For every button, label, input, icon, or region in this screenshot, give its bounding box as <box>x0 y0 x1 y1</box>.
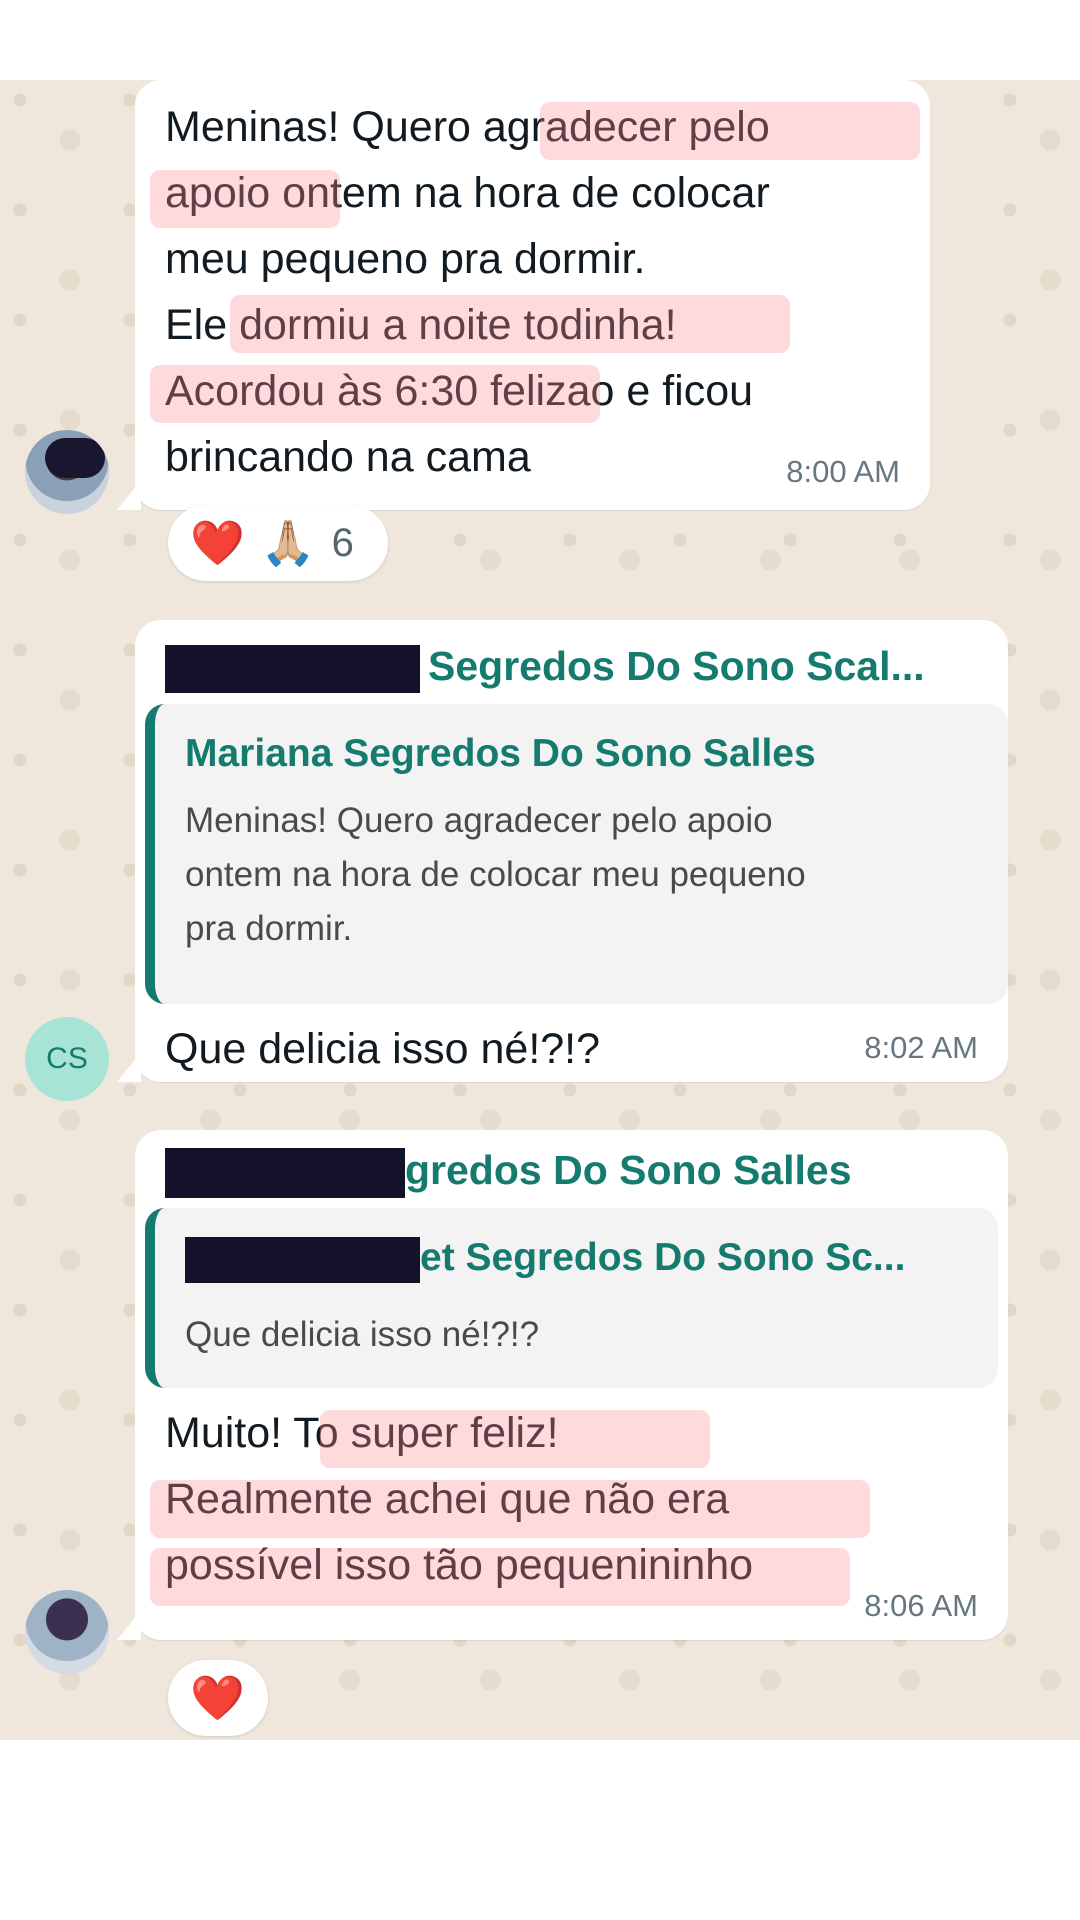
message-timestamp: 8:06 AM <box>864 1588 978 1623</box>
highlight-mark <box>150 170 340 228</box>
highlight-mark <box>150 365 600 423</box>
quoted-text: Meninas! Quero agradecer pelo apoio onte… <box>185 794 806 956</box>
reaction-count: 6 <box>331 520 354 565</box>
sender-redaction <box>165 1148 405 1199</box>
sender-name[interactable]: gredos Do Sono Salles <box>165 1140 975 1200</box>
reactions-pill[interactable]: ❤️ <box>168 1660 268 1736</box>
quoted-message[interactable]: et Segredos Do Sono Sc... Que delicia is… <box>145 1208 998 1388</box>
reactions-pill[interactable]: ❤️ 🙏🏼 6 <box>168 505 388 581</box>
quoted-line: ontem na hora de colocar meu pequeno <box>185 855 806 894</box>
sender-redaction <box>165 645 420 694</box>
message-text: Que delicia isso né!?!? <box>165 1025 601 1073</box>
avatar[interactable] <box>25 430 109 514</box>
avatar-redaction <box>45 438 105 478</box>
message-timestamp: 8:00 AM <box>786 454 900 489</box>
quoted-sender: Mariana Segredos Do Sono Salles <box>185 732 816 775</box>
highlight-mark <box>150 1480 870 1538</box>
message-line: meu pequeno pra dormir. <box>165 235 646 283</box>
avatar-initials: CS <box>46 1042 88 1075</box>
chat-area[interactable]: Meninas! Quero agradecer pelo apoio onte… <box>0 80 1080 1740</box>
avatar[interactable] <box>25 1590 109 1674</box>
message-timestamp: 8:02 AM <box>864 1030 978 1065</box>
heart-icon: ❤️ <box>190 519 245 568</box>
highlight-mark <box>320 1410 710 1468</box>
highlight-mark <box>150 1548 850 1606</box>
quoted-message[interactable]: Mariana Segredos Do Sono Salles Meninas!… <box>145 704 1008 1004</box>
quoted-line: Meninas! Quero agradecer pelo apoio <box>185 801 773 840</box>
heart-icon: ❤️ <box>190 1674 245 1723</box>
quoted-sender: et Segredos Do Sono Sc... <box>185 1236 985 1283</box>
quoted-line: Que delicia isso né!?!? <box>185 1315 540 1354</box>
sender-name[interactable]: Segredos Do Sono Scal... <box>165 638 975 694</box>
quoted-line: pra dormir. <box>185 909 353 948</box>
highlight-mark <box>540 102 920 160</box>
quoted-sender-redaction <box>185 1236 420 1283</box>
highlight-mark <box>230 295 790 353</box>
praying-hands-icon: 🙏🏼 <box>260 519 316 568</box>
message-bubble[interactable]: Segredos Do Sono Scal... Mariana Segredo… <box>117 620 1008 1082</box>
avatar[interactable]: CS <box>25 1017 109 1101</box>
message-line: brincando na cama <box>165 433 531 481</box>
